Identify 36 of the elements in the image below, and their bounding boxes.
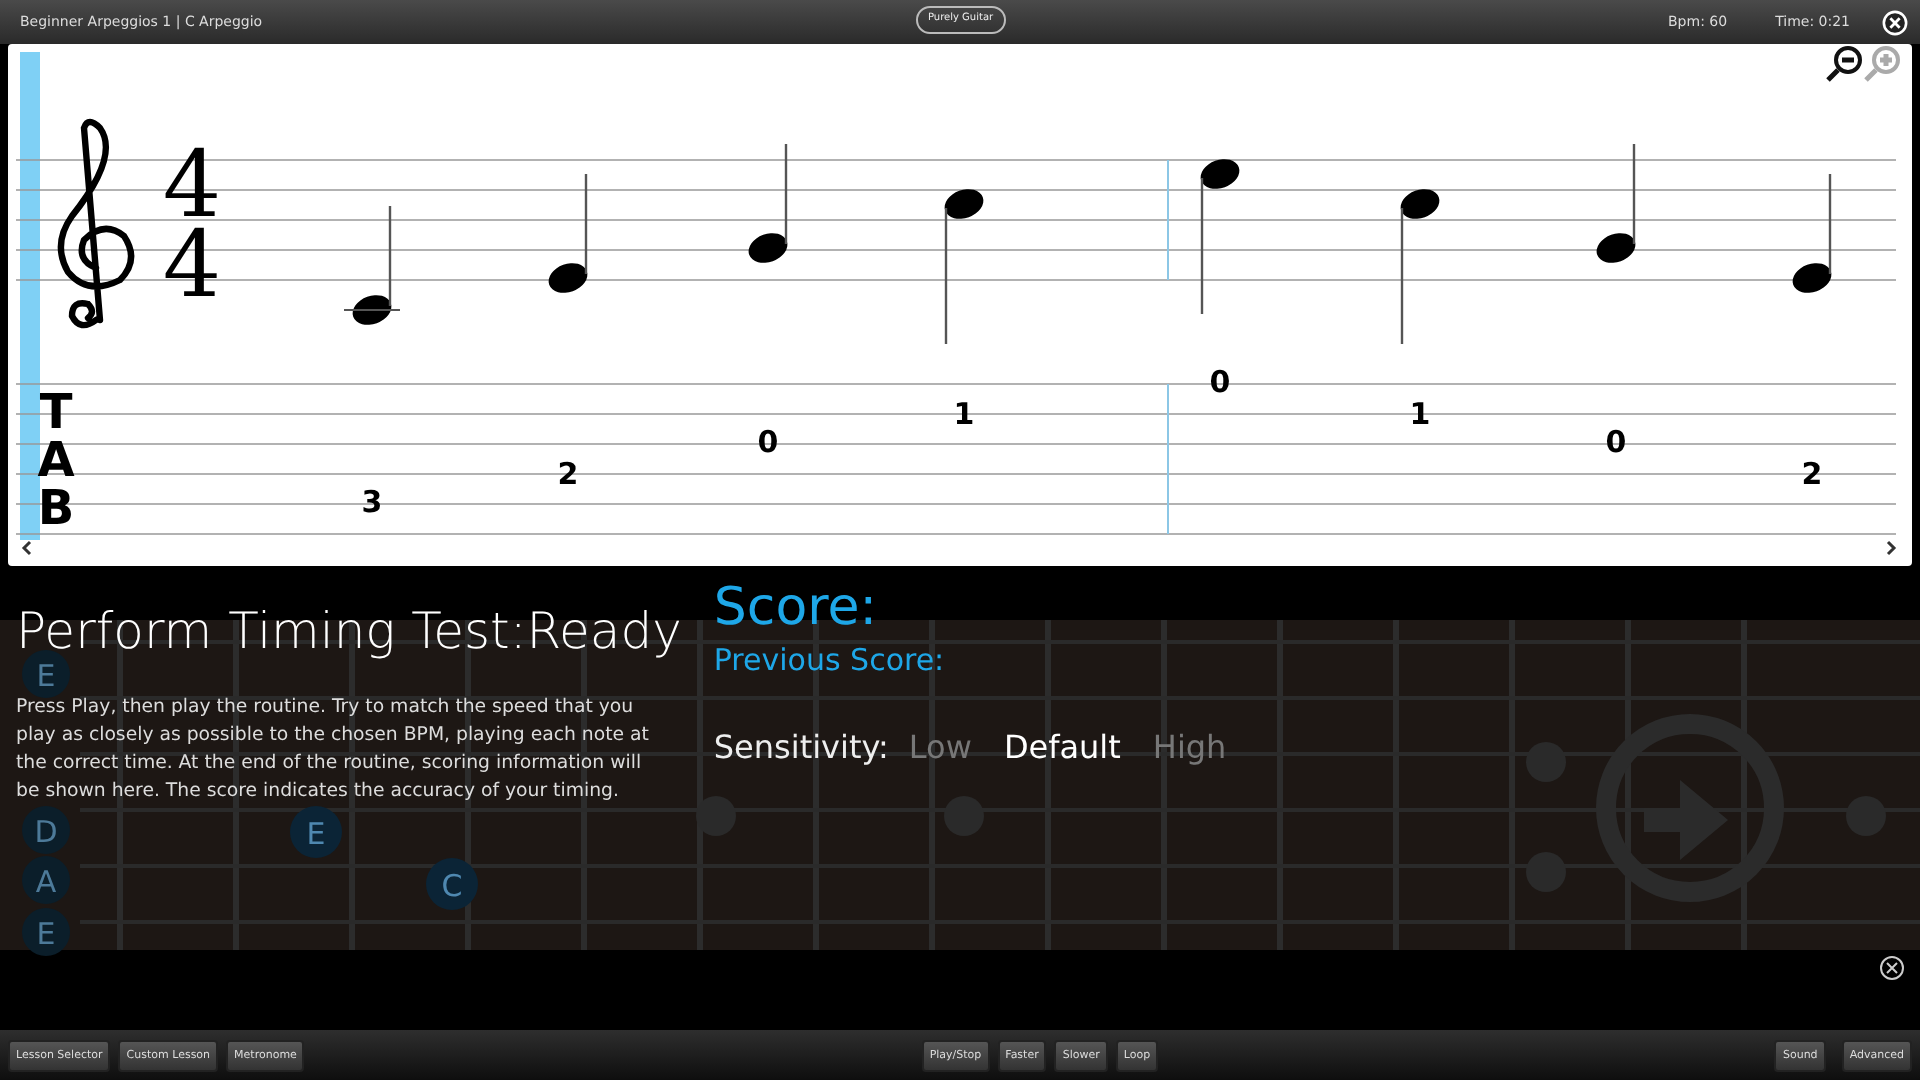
quarter-note-icon xyxy=(1596,144,1636,263)
sensitivity-option[interactable]: Low xyxy=(888,723,972,771)
sensitivity-option[interactable]: High xyxy=(1120,723,1227,771)
scroll-right-icon[interactable] xyxy=(1886,540,1897,556)
treble-clef-icon xyxy=(57,118,135,329)
quarter-note-icon xyxy=(748,144,788,263)
string-note-marker: A xyxy=(22,856,70,904)
tab-fret-number: 0 xyxy=(1605,424,1627,460)
tab-fret-number: 2 xyxy=(1801,456,1823,492)
fret-note-marker: E xyxy=(290,806,342,858)
quarter-note-icon xyxy=(1200,159,1240,314)
play-icon xyxy=(1596,714,1784,902)
quarter-note-icon xyxy=(1792,174,1832,293)
tab-fret-number: 1 xyxy=(953,396,975,432)
tab-fret-number: 0 xyxy=(757,424,779,460)
fret-inlay-dot xyxy=(696,796,736,836)
quarter-note-icon xyxy=(944,189,984,344)
string-note-marker: D xyxy=(22,806,70,854)
zoom-out-icon[interactable] xyxy=(1825,46,1862,83)
string-note-marker: E xyxy=(22,650,70,698)
quarter-note-icon xyxy=(1400,189,1440,344)
quarter-note-icon xyxy=(343,206,401,325)
previous-score-label: Previous Score: xyxy=(713,640,947,682)
sensitivity-option[interactable]: Default xyxy=(971,723,1121,771)
tab-fret-number: 1 xyxy=(1409,396,1431,432)
tab-fret-number: 2 xyxy=(557,456,579,492)
sensitivity-label: Sensitivity: xyxy=(713,725,889,769)
scroll-left-icon[interactable] xyxy=(21,540,32,556)
fret-note-marker: C xyxy=(426,858,478,910)
test-description: Press Play, then play the routine. Try to match the speed that you play as closely as possible to the chosen BPM, playing each note at the correct time. At the end of the routine, scoring information will be shown here. The score indicates the accuracy of your timing. xyxy=(16,693,651,805)
tab-fret-number: 3 xyxy=(361,484,383,520)
tab-fret-number: 0 xyxy=(1209,364,1231,400)
string-note-marker: E xyxy=(22,908,70,956)
score-label: Score: xyxy=(713,578,879,638)
close-icon[interactable] xyxy=(1880,956,1904,980)
quarter-note-icon xyxy=(548,174,588,293)
